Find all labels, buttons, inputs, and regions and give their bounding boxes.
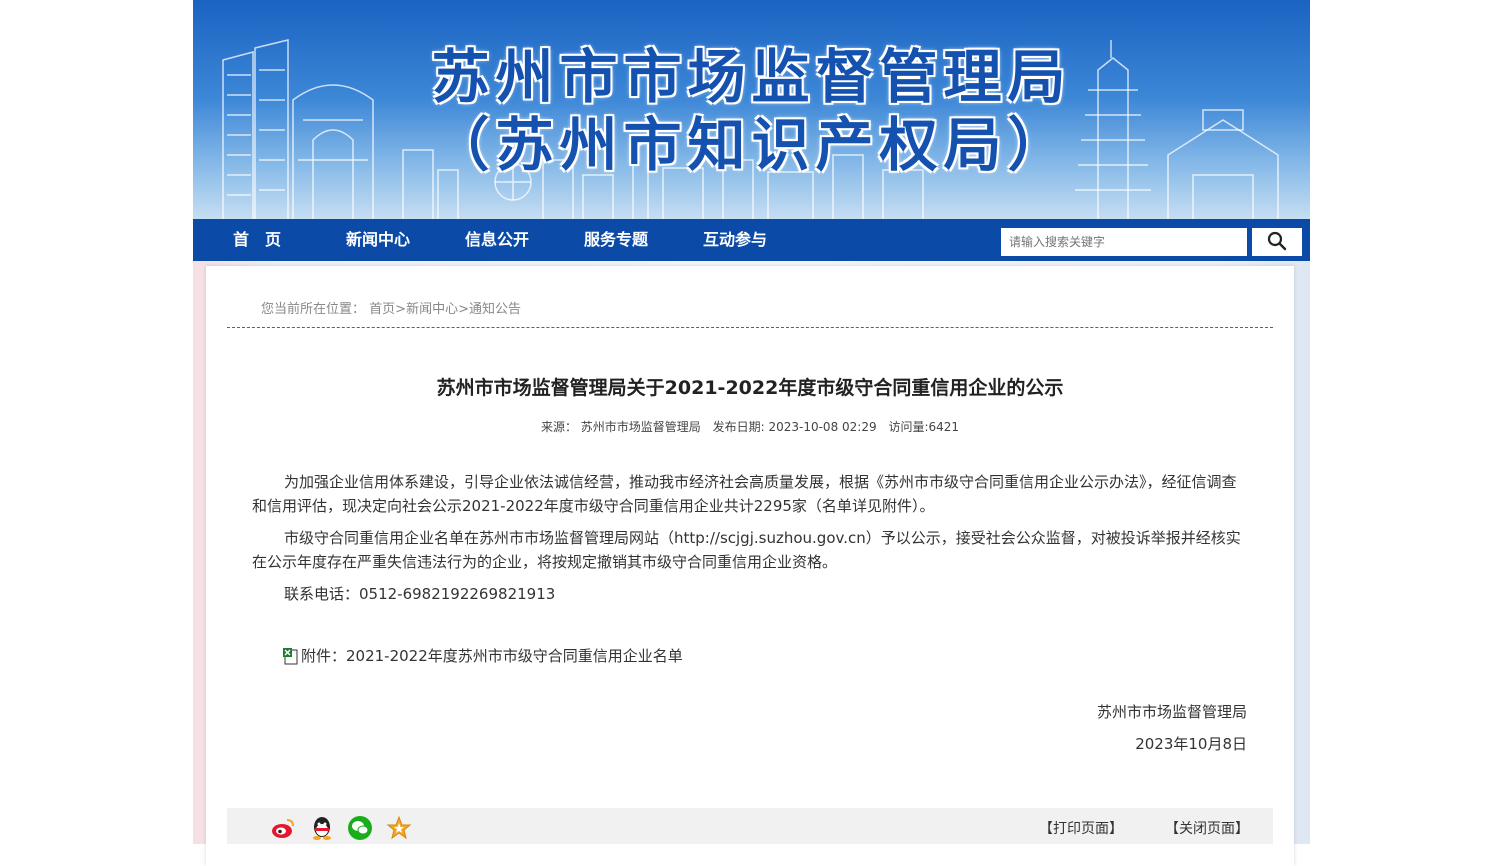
search-icon xyxy=(1267,231,1287,250)
wechat-icon[interactable] xyxy=(347,815,373,841)
favorite-star-icon[interactable] xyxy=(386,815,412,841)
article-meta: 来源： 苏州市市场监督管理局 发布日期: 2023-10-08 02:29 访问… xyxy=(227,418,1273,435)
weibo-icon[interactable] xyxy=(270,815,296,841)
breadcrumb-home[interactable]: 首页 xyxy=(369,302,395,317)
nav-item-interaction[interactable]: 互动参与 xyxy=(703,219,767,261)
article-date: 发布日期: 2023-10-08 02:29 xyxy=(712,420,877,434)
print-page-link[interactable]: 【打印页面】 xyxy=(1039,818,1123,838)
breadcrumb-news[interactable]: 新闻中心 xyxy=(406,302,458,317)
article-views: 访问量:6421 xyxy=(888,420,960,434)
excel-file-icon xyxy=(283,647,298,664)
breadcrumb-separator: > xyxy=(458,302,469,317)
nav-item-news[interactable]: 新闻中心 xyxy=(346,219,410,261)
breadcrumb-separator: > xyxy=(395,302,407,317)
nav-item-home[interactable]: 首 页 xyxy=(233,219,281,261)
search-input[interactable] xyxy=(1001,228,1247,256)
attachment: 附件：2021-2022年度苏州市市级守合同重信用企业名单 xyxy=(283,645,683,666)
banner-title-sub: （苏州市知识产权局） xyxy=(431,111,1072,179)
article-source: 来源： 苏州市市场监督管理局 xyxy=(540,420,701,434)
nav-item-info[interactable]: 信息公开 xyxy=(465,219,529,261)
qq-icon[interactable] xyxy=(309,815,335,841)
site-banner: 苏州市市场监督管理局 （苏州市知识产权局） xyxy=(193,0,1310,219)
search-button[interactable] xyxy=(1252,228,1302,256)
breadcrumb-notice[interactable]: 通知公告 xyxy=(469,302,521,317)
signature-date: 2023年10月8日 xyxy=(1135,735,1247,753)
attachment-link[interactable]: 附件：2021-2022年度苏州市市级守合同重信用企业名单 xyxy=(301,645,683,666)
signature-org: 苏州市市场监督管理局 xyxy=(1096,703,1247,721)
article-title: 苏州市市场监督管理局关于2021-2022年度市级守合同重信用企业的公示 xyxy=(436,377,1064,399)
breadcrumb-prefix: 您当前所在位置： xyxy=(261,302,366,317)
article-paragraph: 市级守合同重信用企业名单在苏州市市场监督管理局网站（http://scjgj.s… xyxy=(252,529,1241,571)
article-paragraph: 为加强企业信用体系建设，引导企业依法诚信经营，推动我市经济社会高质量发展，根据《… xyxy=(252,473,1237,515)
nav-item-services[interactable]: 服务专题 xyxy=(584,219,648,261)
breadcrumb-divider xyxy=(227,327,1273,328)
article-paragraph: 联系电话：0512-6982192269821913 xyxy=(284,585,556,603)
breadcrumb: 您当前所在位置： 首页>新闻中心>通知公告 xyxy=(261,298,521,317)
close-page-link[interactable]: 【关闭页面】 xyxy=(1165,818,1249,838)
